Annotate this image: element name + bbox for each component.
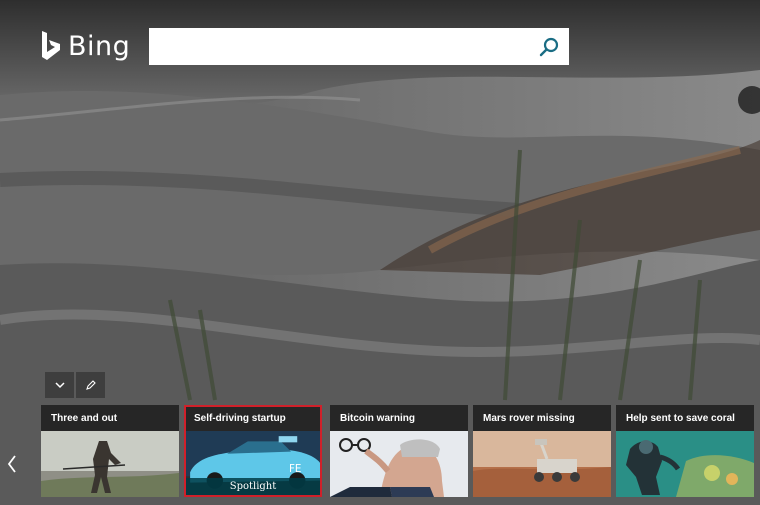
- card-thumbnail: [330, 431, 468, 497]
- collapse-carousel-button[interactable]: [45, 372, 74, 398]
- spotlight-badge: Spotlight: [186, 478, 320, 495]
- search-button[interactable]: [537, 35, 561, 59]
- bing-b-logo-icon: [42, 31, 60, 60]
- card-image: [41, 431, 179, 497]
- brand-name: Bing: [68, 30, 131, 62]
- bing-logo[interactable]: Bing: [40, 30, 130, 62]
- search-icon: [539, 37, 559, 57]
- card-title: Three and out: [51, 413, 118, 424]
- search-input[interactable]: [149, 28, 529, 65]
- card-thumbnail: [473, 431, 611, 497]
- card-title: Bitcoin warning: [340, 413, 415, 424]
- news-card[interactable]: Three and out: [41, 405, 179, 497]
- card-thumbnail: [616, 431, 754, 497]
- news-card-selected[interactable]: Self-driving startup FE Spotlight: [184, 405, 322, 497]
- card-title: Help sent to save coral: [626, 413, 735, 424]
- news-card[interactable]: Bitcoin warning: [330, 405, 468, 497]
- svg-text:FE: FE: [289, 463, 301, 475]
- edit-button[interactable]: [76, 372, 105, 398]
- card-image: [330, 431, 468, 497]
- carousel-prev-button[interactable]: [2, 450, 22, 478]
- pencil-icon: [85, 380, 96, 390]
- chevron-left-icon: [7, 455, 16, 473]
- news-carousel: Three and out Self-driving startup FE Sp…: [41, 405, 760, 497]
- news-card[interactable]: Mars rover missing: [473, 405, 611, 497]
- card-image: [616, 431, 754, 497]
- news-card[interactable]: Help sent to save coral: [616, 405, 754, 497]
- card-thumbnail: [41, 431, 179, 497]
- card-title: Self-driving startup: [194, 413, 286, 424]
- search-box: [149, 28, 569, 65]
- card-title: Mars rover missing: [483, 413, 575, 424]
- card-image: [473, 431, 611, 497]
- chevron-down-icon: [54, 382, 65, 389]
